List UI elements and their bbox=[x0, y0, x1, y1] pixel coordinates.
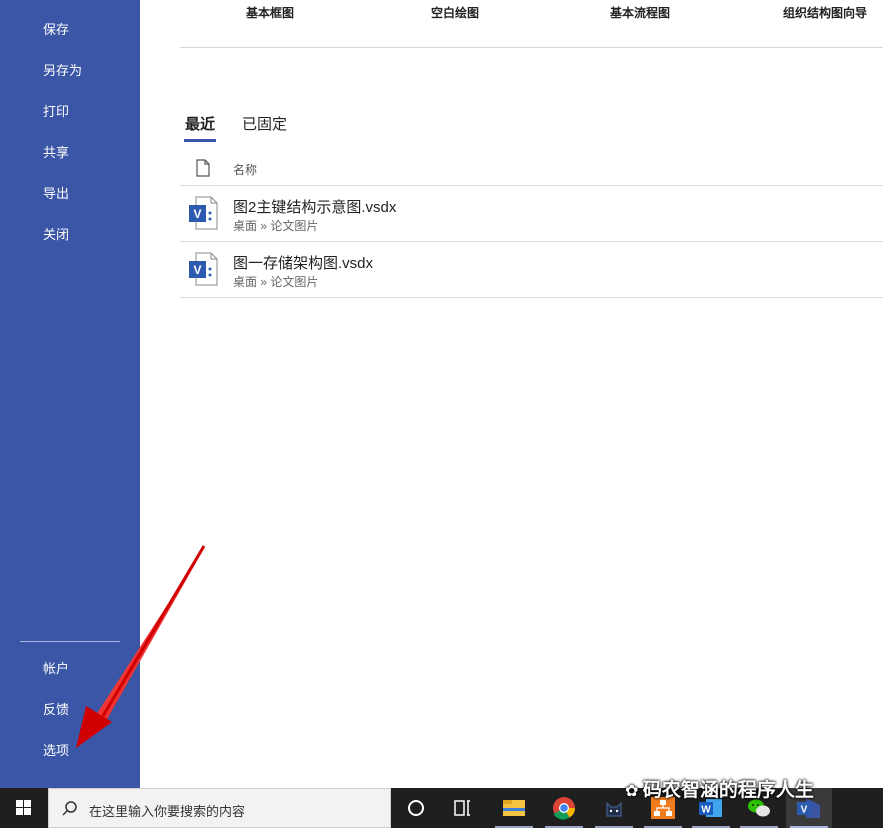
template-basic-block[interactable]: 基本框图 bbox=[246, 5, 294, 21]
sidebar-item-feedback[interactable]: 反馈 bbox=[43, 702, 69, 718]
sidebar-item-close[interactable]: 关闭 bbox=[43, 227, 69, 243]
active-tab-indicator bbox=[184, 139, 216, 142]
task-view-icon[interactable] bbox=[439, 788, 485, 828]
watermark-label: 码农智涵的程序人生 bbox=[642, 780, 814, 801]
svg-text:W: W bbox=[701, 805, 711, 816]
search-icon bbox=[62, 801, 77, 816]
visio-file-icon: V bbox=[188, 196, 218, 235]
sidebar-item-save-as[interactable]: 另存为 bbox=[43, 63, 82, 79]
sidebar-item-account[interactable]: 帐户 bbox=[43, 661, 69, 677]
windows-logo-icon bbox=[16, 800, 31, 815]
file-row[interactable]: V 图一存储架构图.vsdx 桌面 » 论文图片 bbox=[180, 242, 883, 298]
file-path: 桌面 » 论文图片 bbox=[233, 219, 319, 233]
cortana-icon[interactable] bbox=[393, 788, 439, 828]
file-path: 桌面 » 论文图片 bbox=[233, 275, 319, 289]
template-blank-drawing[interactable]: 空白绘图 bbox=[431, 5, 479, 21]
template-org-chart-wizard[interactable]: 组织结构图向导 bbox=[783, 5, 867, 21]
tab-pinned[interactable]: 已固定 bbox=[242, 116, 287, 134]
sidebar-divider bbox=[20, 641, 120, 642]
file-name: 图2主键结构示意图.vsdx bbox=[233, 199, 397, 216]
search-placeholder: 在这里输入你要搜索的内容 bbox=[89, 804, 246, 819]
sidebar-item-print[interactable]: 打印 bbox=[43, 104, 69, 120]
taskbar-search-box[interactable]: 在这里输入你要搜索的内容 bbox=[48, 788, 391, 828]
windows-start-button[interactable] bbox=[0, 788, 48, 828]
backstage-sidebar: 保存 另存为 打印 共享 导出 关闭 帐户 反馈 选项 bbox=[0, 0, 140, 788]
visio-file-icon: V bbox=[188, 252, 218, 291]
file-explorer-icon[interactable] bbox=[491, 788, 537, 828]
chrome-icon[interactable] bbox=[541, 788, 587, 828]
templates-divider bbox=[180, 47, 883, 48]
svg-text:V: V bbox=[193, 263, 201, 277]
row-divider bbox=[180, 297, 883, 298]
sidebar-item-options[interactable]: 选项 bbox=[43, 743, 69, 759]
column-header-name[interactable]: 名称 bbox=[233, 161, 257, 178]
tab-recent[interactable]: 最近 bbox=[185, 116, 215, 134]
watermark-text: ✿ 码农智涵的程序人生 bbox=[625, 775, 814, 802]
file-row[interactable]: V 图2主键结构示意图.vsdx 桌面 » 论文图片 bbox=[180, 186, 883, 242]
file-name: 图一存储架构图.vsdx bbox=[233, 255, 374, 272]
sidebar-item-save[interactable]: 保存 bbox=[43, 22, 69, 38]
document-icon bbox=[196, 159, 210, 182]
sidebar-item-export[interactable]: 导出 bbox=[43, 186, 69, 202]
svg-text:V: V bbox=[193, 207, 201, 221]
template-basic-flowchart[interactable]: 基本流程图 bbox=[610, 5, 670, 21]
sidebar-item-share[interactable]: 共享 bbox=[43, 145, 69, 161]
wechat-logo-icon: ✿ bbox=[625, 783, 643, 800]
svg-text:V: V bbox=[801, 805, 808, 816]
